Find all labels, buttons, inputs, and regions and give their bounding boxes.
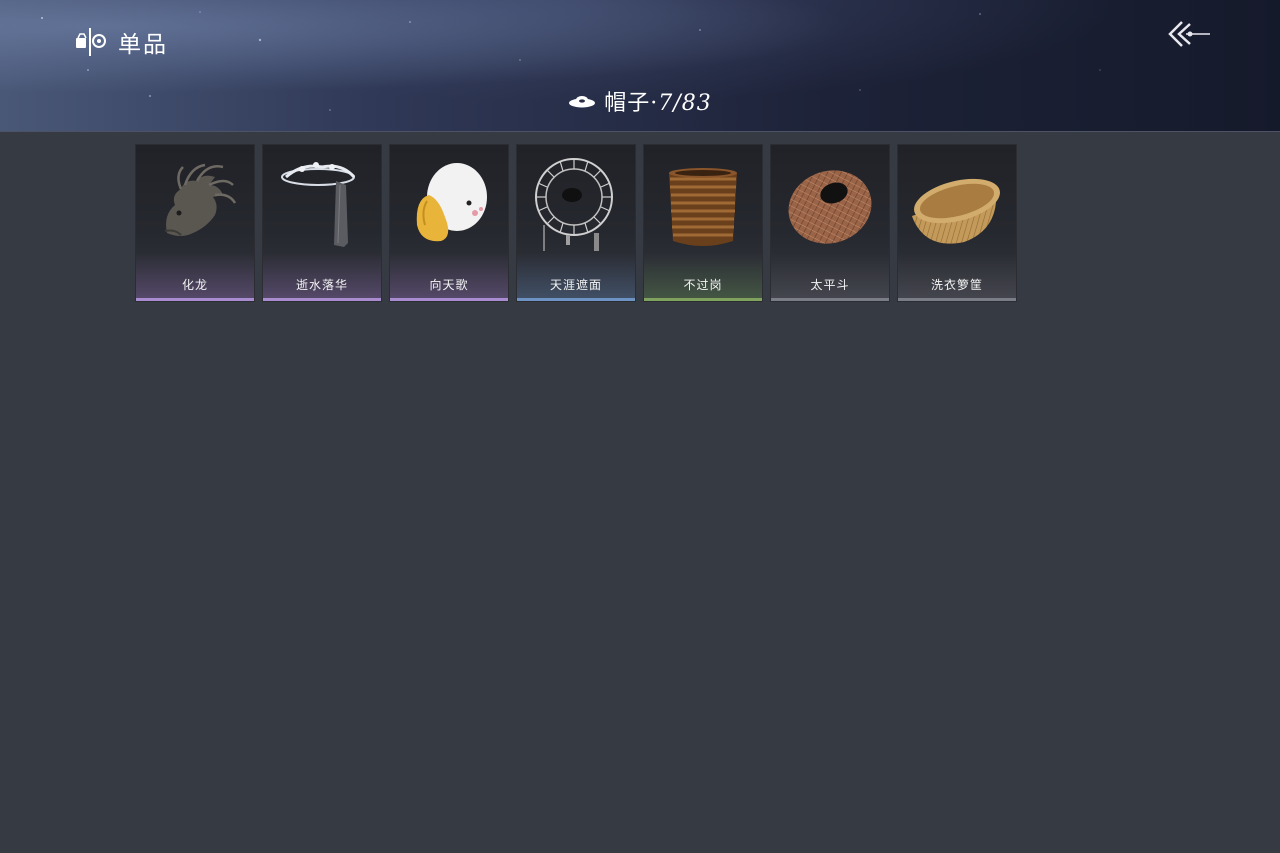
item-card-shishui-luohua[interactable]: 逝水落华 <box>263 145 381 301</box>
item-card-xiyi-luokuang[interactable]: 洗衣箩筐 <box>898 145 1016 301</box>
dragon-helmet-icon <box>164 163 237 236</box>
item-mode-icon <box>76 28 106 56</box>
item-name: 天涯遮面 <box>549 278 602 292</box>
back-arrow-icon[interactable] <box>1166 18 1212 52</box>
mode-title: 单品 <box>74 26 168 58</box>
item-grid: 化龙 逝水落华 向天歌 天涯遮面 不过岗 太平斗 洗衣箩筐 <box>136 145 1016 301</box>
woven-frame-hat-icon <box>535 158 613 251</box>
item-name: 向天歌 <box>429 278 469 292</box>
laundry-basket-icon <box>911 178 1000 244</box>
item-name: 逝水落华 <box>295 278 348 292</box>
item-card-taipingdou[interactable]: 太平斗 <box>771 145 889 301</box>
category-title: 帽子·7/83 <box>0 84 1280 118</box>
item-card-tianya-zhemian[interactable]: 天涯遮面 <box>517 145 635 301</box>
category-count: 7/83 <box>658 91 712 116</box>
hat-icon <box>569 96 596 108</box>
quality-bar <box>771 298 889 301</box>
mode-label: 单品 <box>118 32 168 58</box>
quality-bar <box>644 298 762 301</box>
stacked-bowl-hat-icon <box>669 168 737 246</box>
item-card-hualong[interactable]: 化龙 <box>136 145 254 301</box>
bamboo-hat-icon <box>788 170 872 244</box>
item-name: 化龙 <box>181 278 208 292</box>
item-card-xiangtiange[interactable]: 向天歌 <box>390 145 508 301</box>
item-name: 洗衣箩筐 <box>930 278 983 292</box>
item-name: 不过岗 <box>683 278 723 292</box>
top-header: 单品 帽子·7/83 <box>0 0 1280 132</box>
quality-bar <box>390 298 508 301</box>
quality-bar <box>136 298 254 301</box>
quality-bar <box>898 298 1016 301</box>
item-name: 太平斗 <box>810 278 850 292</box>
quality-bar <box>263 298 381 301</box>
veil-hat-icon <box>281 162 356 247</box>
quality-bar <box>517 298 635 301</box>
category-name: 帽子·7/83 <box>604 91 712 116</box>
item-card-buguogang[interactable]: 不过岗 <box>644 145 762 301</box>
goose-hat-icon <box>416 163 487 242</box>
